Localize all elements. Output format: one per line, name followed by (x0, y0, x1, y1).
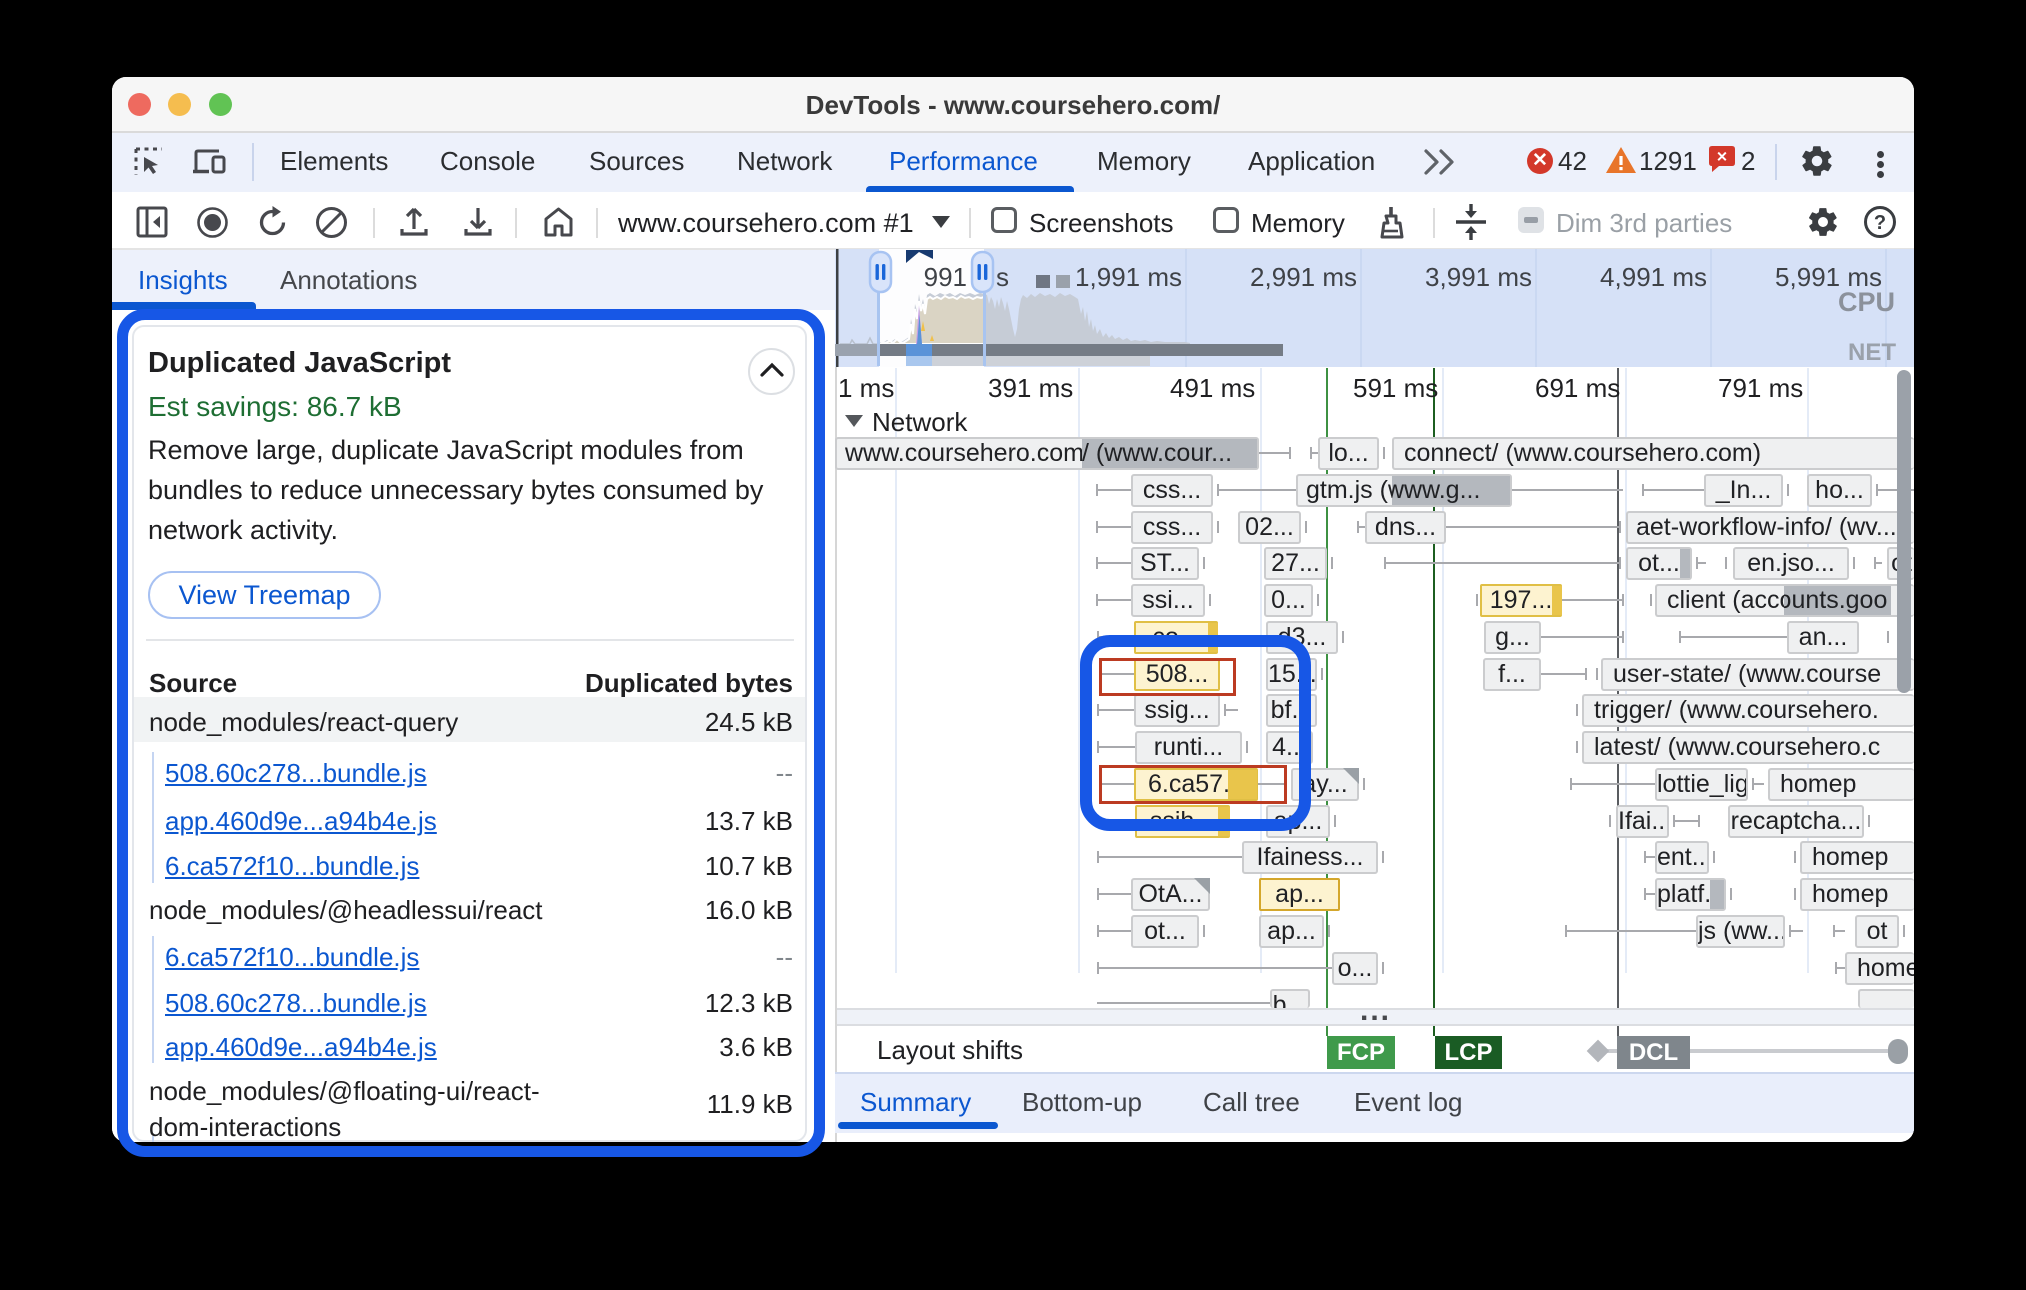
svg-text:✕: ✕ (1716, 149, 1728, 165)
svg-text:3,991 ms: 3,991 ms (1425, 262, 1532, 292)
svg-text:NET: NET (1848, 339, 1896, 366)
svg-text:s: s (996, 262, 1009, 292)
svg-text:?: ? (1874, 212, 1886, 234)
svg-text:991: 991 (924, 262, 967, 292)
svg-text:4,991 ms: 4,991 ms (1600, 262, 1707, 292)
svg-text:1,991 ms: 1,991 ms (1075, 262, 1182, 292)
svg-text:CPU: CPU (1838, 287, 1895, 317)
svg-text:2,991 ms: 2,991 ms (1250, 262, 1357, 292)
